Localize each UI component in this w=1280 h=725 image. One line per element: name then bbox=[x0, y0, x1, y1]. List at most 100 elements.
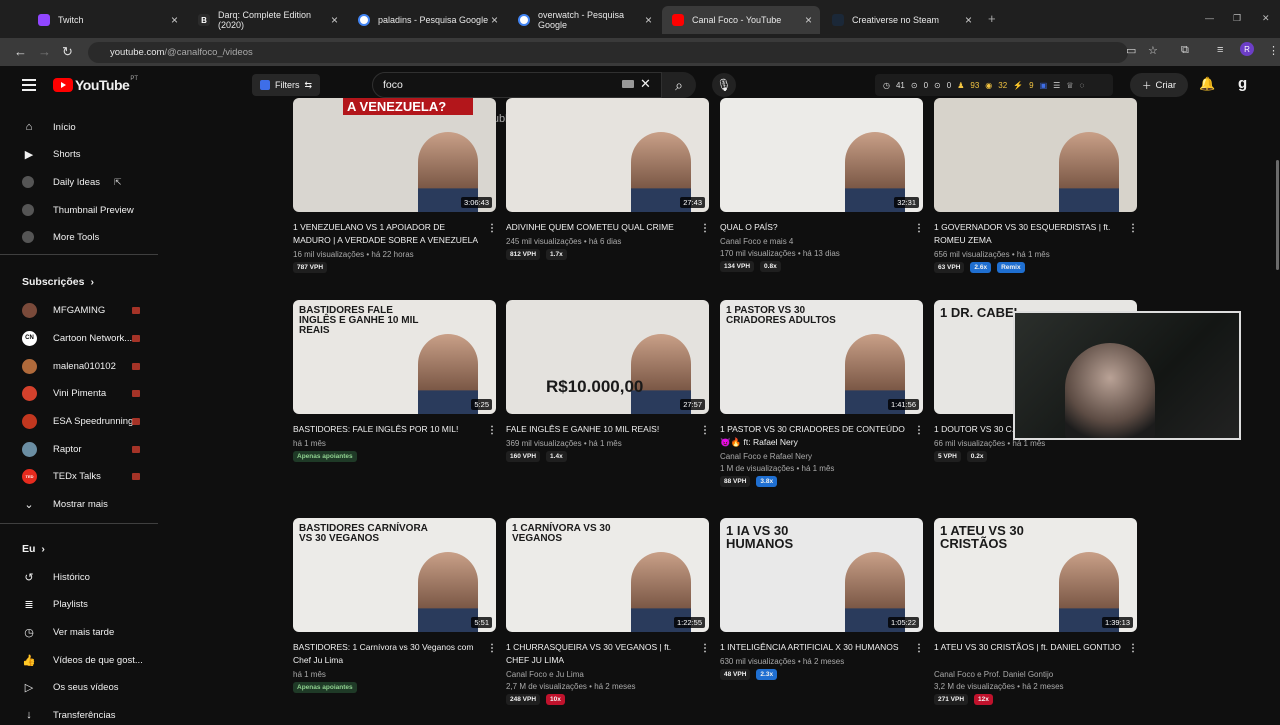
more-options-icon[interactable]: ⋮ bbox=[700, 223, 710, 234]
video-thumbnail[interactable]: BASTIDORES FALE INGLÊS E GANHE 10 MIL RE… bbox=[293, 300, 496, 414]
video-thumbnail[interactable]: 32:31 bbox=[720, 98, 923, 212]
notifications-bell-icon[interactable]: 🔔 bbox=[1199, 76, 1215, 92]
sidebar-item[interactable]: ≣ Playlists bbox=[22, 594, 87, 614]
video-thumbnail[interactable]: 27:43 bbox=[506, 98, 709, 212]
more-options-icon[interactable]: ⋮ bbox=[914, 425, 924, 436]
close-tab-icon[interactable]: × bbox=[965, 13, 972, 27]
more-options-icon[interactable]: ⋮ bbox=[914, 223, 924, 234]
youtube-logo[interactable]: YouTube PT bbox=[53, 76, 138, 93]
video-title[interactable]: 1 PASTOR VS 30 CRIADORES DE CONTEÚDO 😈🔥 … bbox=[720, 423, 908, 449]
chevron-right-icon: › bbox=[41, 543, 45, 555]
video-thumbnail[interactable]: 1 CARNÍVORA VS 30 VEGANOS 1:22:55 bbox=[506, 518, 709, 632]
video-title[interactable]: ADIVINHE QUEM COMETEU QUAL CRIME bbox=[506, 221, 694, 234]
extensions-icon[interactable]: ⧉ bbox=[1181, 44, 1189, 57]
search-button[interactable]: ⌕ bbox=[662, 72, 696, 98]
video-title[interactable]: BASTIDORES: 1 Carnívora vs 30 Veganos co… bbox=[293, 641, 481, 667]
sidebar-item[interactable]: ▶ Shorts bbox=[22, 144, 81, 164]
video-thumbnail[interactable]: 1 ATEU VS 30 CRISTÃOS 1:39:13 bbox=[934, 518, 1137, 632]
sidebar-item[interactable]: ↺ Histórico bbox=[22, 567, 90, 587]
sidebar-item[interactable]: ◷ Ver mais tarde bbox=[22, 622, 114, 642]
video-channel[interactable]: Canal Foco e mais 4 bbox=[720, 236, 793, 248]
browser-tab[interactable]: Canal Foco - YouTube × bbox=[662, 6, 820, 34]
new-tab-icon[interactable]: + bbox=[988, 11, 996, 26]
keyboard-icon[interactable] bbox=[622, 80, 634, 88]
more-options-icon[interactable]: ⋮ bbox=[700, 425, 710, 436]
close-tab-icon[interactable]: × bbox=[331, 13, 338, 27]
close-tab-icon[interactable]: × bbox=[171, 13, 178, 27]
sidebar-item[interactable]: ▷ Os seus vídeos bbox=[22, 677, 119, 697]
video-channel[interactable]: Canal Foco e Rafael Nery bbox=[720, 451, 812, 463]
sidebar-item[interactable]: Daily Ideas ⇱ bbox=[22, 172, 122, 192]
show-more-button[interactable]: ⌄ Mostrar mais bbox=[22, 494, 108, 514]
browser-tab[interactable]: B Darq: Complete Edition (2020) × bbox=[188, 6, 346, 34]
hamburger-menu-icon[interactable] bbox=[22, 79, 36, 91]
stats-extension-bar[interactable]: ◷ 41 ⊙ 0 ⊙ 0 ♟ 93 ◉ 32 ⚡ 9 ▣ ☰ ♕ ◌ bbox=[875, 74, 1113, 96]
video-title[interactable]: QUAL O PAÍS? bbox=[720, 221, 908, 234]
browser-tab[interactable]: paladins - Pesquisa Google × bbox=[348, 6, 506, 34]
cast-icon[interactable]: ▭ bbox=[1126, 44, 1136, 57]
more-options-icon[interactable]: ⋮ bbox=[487, 425, 497, 436]
video-title[interactable]: 1 VENEZUELANO VS 1 APOIADOR DE MADURO | … bbox=[293, 221, 481, 247]
video-title[interactable]: FALE INGLÊS E GANHE 10 MIL REAIS! bbox=[506, 423, 694, 436]
minimize-icon[interactable]: — bbox=[1205, 13, 1214, 23]
more-options-icon[interactable]: ⋮ bbox=[700, 643, 710, 654]
video-thumbnail[interactable]: 1 IA VS 30 HUMANOS 1:05:22 bbox=[720, 518, 923, 632]
more-options-icon[interactable]: ⋮ bbox=[1128, 643, 1138, 654]
sidebar-subscription[interactable]: MFGAMING bbox=[22, 300, 105, 320]
video-thumbnail[interactable]: BASTIDORES CARNÍVORA VS 30 VEGANOS 5:51 bbox=[293, 518, 496, 632]
video-thumbnail[interactable]: 1 PASTOR VS 30 CRIADORES ADULTOS 1:41:56 bbox=[720, 300, 923, 414]
browser-tab[interactable]: overwatch - Pesquisa Google × bbox=[508, 6, 660, 34]
more-options-icon[interactable]: ⋮ bbox=[487, 643, 497, 654]
search-input[interactable]: foco bbox=[372, 72, 662, 98]
video-channel[interactable]: Canal Foco e Prof. Daniel Gontijo bbox=[934, 669, 1053, 681]
sidebar-item[interactable]: 👍 Vídeos de que gost... bbox=[22, 650, 143, 670]
close-tab-icon[interactable]: × bbox=[645, 13, 652, 27]
sidebar-item[interactable]: ↓ Transferências bbox=[22, 705, 115, 725]
maximize-icon[interactable]: ❐ bbox=[1233, 13, 1241, 24]
you-heading[interactable]: Eu › bbox=[22, 543, 45, 555]
clear-search-icon[interactable]: ✕ bbox=[640, 76, 651, 92]
browser-profile-avatar[interactable]: R bbox=[1240, 42, 1254, 56]
close-tab-icon[interactable]: × bbox=[491, 13, 498, 27]
browser-tab[interactable]: Twitch × bbox=[28, 6, 186, 34]
back-icon[interactable]: ← bbox=[14, 44, 27, 59]
video-title[interactable]: 1 GOVERNADOR VS 30 ESQUERDISTAS | ft. RO… bbox=[934, 221, 1122, 247]
video-title[interactable]: 1 INTELIGÊNCIA ARTIFICIAL X 30 HUMANOS bbox=[720, 641, 908, 654]
external-link-icon[interactable]: ⇱ bbox=[114, 177, 122, 188]
sidebar-item[interactable]: Thumbnail Preview bbox=[22, 200, 134, 220]
account-avatar-icon[interactable]: g bbox=[1238, 75, 1247, 92]
browser-tab[interactable]: Creativerse no Steam × bbox=[822, 6, 980, 34]
sidebar-subscription[interactable]: malena010102 bbox=[22, 356, 116, 376]
sidebar-subscription[interactable]: CN Cartoon Network... bbox=[22, 328, 132, 348]
more-options-icon[interactable]: ⋮ bbox=[1128, 223, 1138, 234]
create-button[interactable]: ＋ Criar bbox=[1130, 73, 1188, 97]
close-tab-icon[interactable]: × bbox=[805, 13, 812, 27]
forward-icon[interactable]: → bbox=[38, 44, 51, 59]
media-icon[interactable]: ≡ bbox=[1217, 44, 1223, 56]
reload-icon[interactable]: ↻ bbox=[62, 44, 73, 60]
sidebar-item[interactable]: ⌂ Início bbox=[22, 117, 76, 137]
menu-dots-icon[interactable]: ⋮ bbox=[1268, 44, 1279, 57]
scrollbar[interactable] bbox=[1276, 160, 1279, 270]
more-options-icon[interactable]: ⋮ bbox=[487, 223, 497, 234]
subscriptions-heading[interactable]: Subscrições › bbox=[22, 276, 94, 288]
sidebar-subscription[interactable]: TED TEDx Talks bbox=[22, 466, 101, 486]
eye-icon: ⊙ bbox=[910, 80, 918, 90]
video-thumbnail[interactable] bbox=[934, 98, 1137, 212]
bookmark-star-icon[interactable]: ☆ bbox=[1148, 44, 1158, 57]
sidebar-item[interactable]: More Tools bbox=[22, 227, 99, 247]
filters-button[interactable]: Filters ⇆ bbox=[252, 74, 321, 96]
close-window-icon[interactable]: ✕ bbox=[1262, 13, 1270, 24]
sidebar-subscription[interactable]: Raptor bbox=[22, 439, 82, 459]
more-options-icon[interactable]: ⋮ bbox=[914, 643, 924, 654]
voice-search-button[interactable]: 🎙 bbox=[712, 73, 736, 97]
url-bar[interactable]: youtube.com/@canalfoco_/videos bbox=[88, 42, 1128, 63]
sidebar-subscription[interactable]: ESA Speedrunning bbox=[22, 411, 133, 431]
video-title[interactable]: 1 CHURRASQUEIRA VS 30 VEGANOS | ft. CHEF… bbox=[506, 641, 694, 667]
video-thumbnail[interactable]: R$10.000,00 27:57 bbox=[506, 300, 709, 414]
video-thumbnail[interactable]: A VENEZUELA? 3:06:43 bbox=[293, 98, 496, 212]
video-title[interactable]: BASTIDORES: FALE INGLÊS POR 10 MIL! bbox=[293, 423, 481, 436]
video-channel[interactable]: Canal Foco e Ju Lima bbox=[506, 669, 584, 681]
sidebar-subscription[interactable]: Vini Pimenta bbox=[22, 383, 106, 403]
video-title[interactable]: 1 ATEU VS 30 CRISTÃOS | ft. DANIEL GONTI… bbox=[934, 641, 1122, 654]
